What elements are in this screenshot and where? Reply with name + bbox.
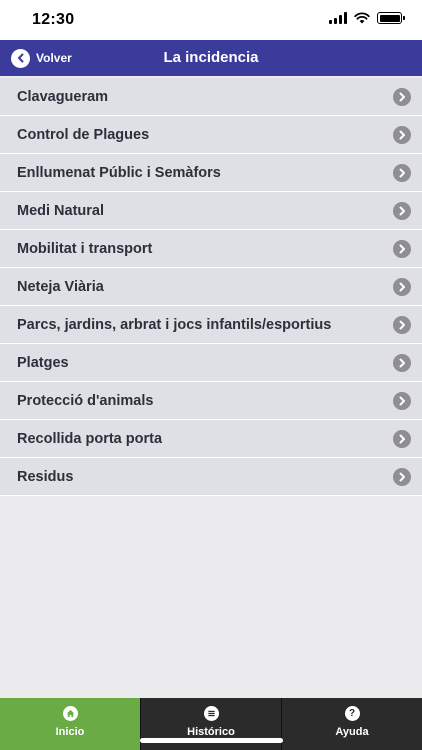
page-title: La incidencia xyxy=(163,49,259,66)
chevron-right-icon xyxy=(393,315,411,334)
list-icon xyxy=(203,706,219,721)
list-item-label: Residus xyxy=(17,468,74,485)
list-item[interactable]: Parcs, jardins, arbrat i jocs infantils/… xyxy=(0,306,422,344)
status-bar: 12:30 xyxy=(0,0,422,40)
list-item-label: Platges xyxy=(17,354,69,371)
list-item-label: Neteja Viària xyxy=(17,278,104,295)
navigation-bar: Volver La incidencia xyxy=(0,40,422,76)
list-item-label: Protecció d'animals xyxy=(17,392,154,409)
tab-label: Histórico xyxy=(187,726,235,738)
status-time: 12:30 xyxy=(32,11,75,28)
tab-label: Ayuda xyxy=(335,726,369,738)
chevron-right-icon xyxy=(393,239,411,258)
list-item-label: Clavagueram xyxy=(17,88,109,105)
list-item-label: Recollida porta porta xyxy=(17,430,163,447)
list-item[interactable]: Clavagueram xyxy=(0,78,422,116)
list-item[interactable]: Recollida porta porta xyxy=(0,420,422,458)
list-item[interactable]: Mobilitat i transport xyxy=(0,230,422,268)
list-item-label: Control de Plagues xyxy=(17,126,150,143)
chevron-right-icon xyxy=(393,429,411,448)
wifi-icon xyxy=(354,12,370,24)
list-item-label: Enllumenat Públic i Semàfors xyxy=(17,164,221,181)
list-item-label: Medi Natural xyxy=(17,202,105,219)
chevron-right-icon xyxy=(393,353,411,372)
help-icon: ? xyxy=(344,706,360,721)
chevron-right-icon xyxy=(393,467,411,486)
list-item[interactable]: Neteja Viària xyxy=(0,268,422,306)
chevron-right-icon xyxy=(393,163,411,182)
list-item[interactable]: Control de Plagues xyxy=(0,116,422,154)
tab-ayuda[interactable]: ? Ayuda xyxy=(282,698,422,750)
chevron-right-icon xyxy=(393,125,411,144)
chevron-right-icon xyxy=(393,391,411,410)
home-icon xyxy=(62,706,78,721)
home-indicator xyxy=(140,738,283,743)
list-item-label: Mobilitat i transport xyxy=(17,240,153,257)
status-icons xyxy=(329,12,405,24)
list-item[interactable]: Protecció d'animals xyxy=(0,382,422,420)
list-item[interactable]: Platges xyxy=(0,344,422,382)
list-item-label: Parcs, jardins, arbrat i jocs infantils/… xyxy=(17,316,332,333)
list-item[interactable]: Medi Natural xyxy=(0,192,422,230)
chevron-right-icon xyxy=(393,201,411,220)
battery-icon xyxy=(377,12,405,24)
signal-icon xyxy=(329,12,347,24)
tab-inicio[interactable]: Inicio xyxy=(0,698,141,750)
chevron-right-icon xyxy=(393,277,411,296)
tab-label: Inicio xyxy=(55,726,85,738)
list-item[interactable]: Residus xyxy=(0,458,422,496)
category-list: Clavagueram Control de Plagues Enllumena… xyxy=(0,78,422,496)
chevron-right-icon xyxy=(393,87,411,106)
list-item[interactable]: Enllumenat Públic i Semàfors xyxy=(0,154,422,192)
